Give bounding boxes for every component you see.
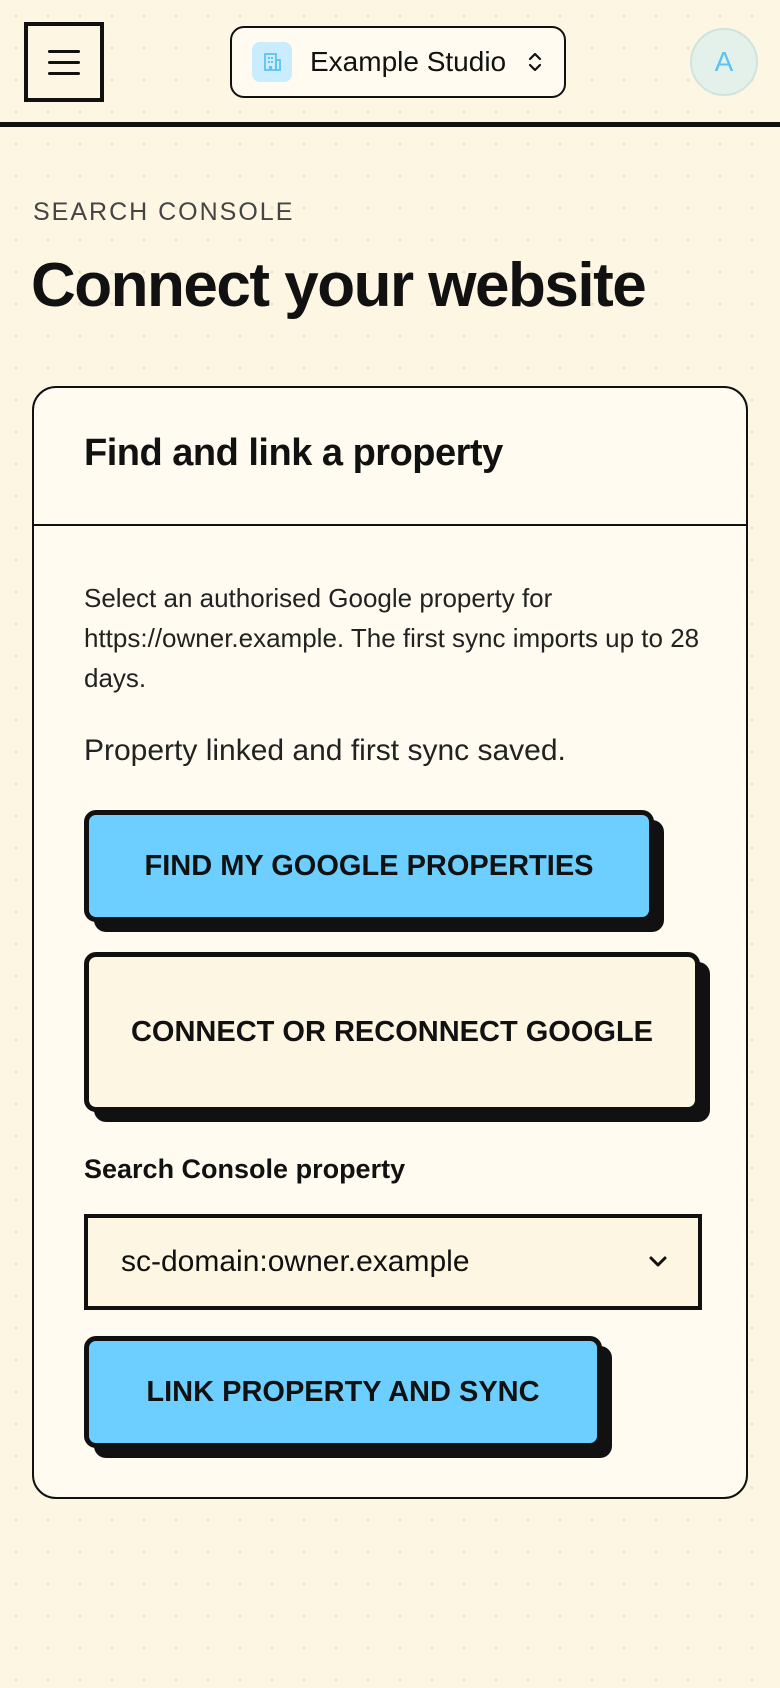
connect-google-button[interactable]: CONNECT OR RECONNECT GOOGLE — [84, 952, 700, 1112]
workspace-name: Example Studio — [310, 46, 507, 77]
building-icon — [252, 42, 292, 82]
chevron-up-down-icon — [526, 48, 544, 76]
find-properties-button[interactable]: FIND MY GOOGLE PROPERTIES — [84, 810, 654, 922]
menu-button[interactable] — [24, 22, 104, 102]
card-header: Find and link a property — [34, 388, 746, 526]
property-field-label: Search Console property — [84, 1154, 406, 1184]
card-title: Find and link a property — [84, 432, 503, 474]
status-message: Property linked and first sync saved. — [84, 734, 566, 767]
page-title: Connect your website — [31, 251, 647, 320]
property-select-value: sc-domain:owner.example — [121, 1245, 470, 1278]
hamburger-menu-icon — [48, 49, 80, 53]
page-eyebrow: SEARCH CONSOLE — [33, 198, 295, 226]
avatar[interactable]: A — [690, 28, 758, 96]
link-and-sync-button[interactable]: LINK PROPERTY AND SYNC — [84, 1336, 602, 1448]
top-bar: Example Studio A — [0, 0, 780, 127]
chevron-down-icon — [648, 1252, 668, 1272]
workspace-switcher[interactable]: Example Studio — [230, 26, 566, 98]
property-select[interactable]: sc-domain:owner.example — [84, 1214, 702, 1310]
card-description: Select an authorised Google property for… — [84, 583, 700, 693]
link-property-card: Find and link a property Select an autho… — [32, 386, 748, 1499]
